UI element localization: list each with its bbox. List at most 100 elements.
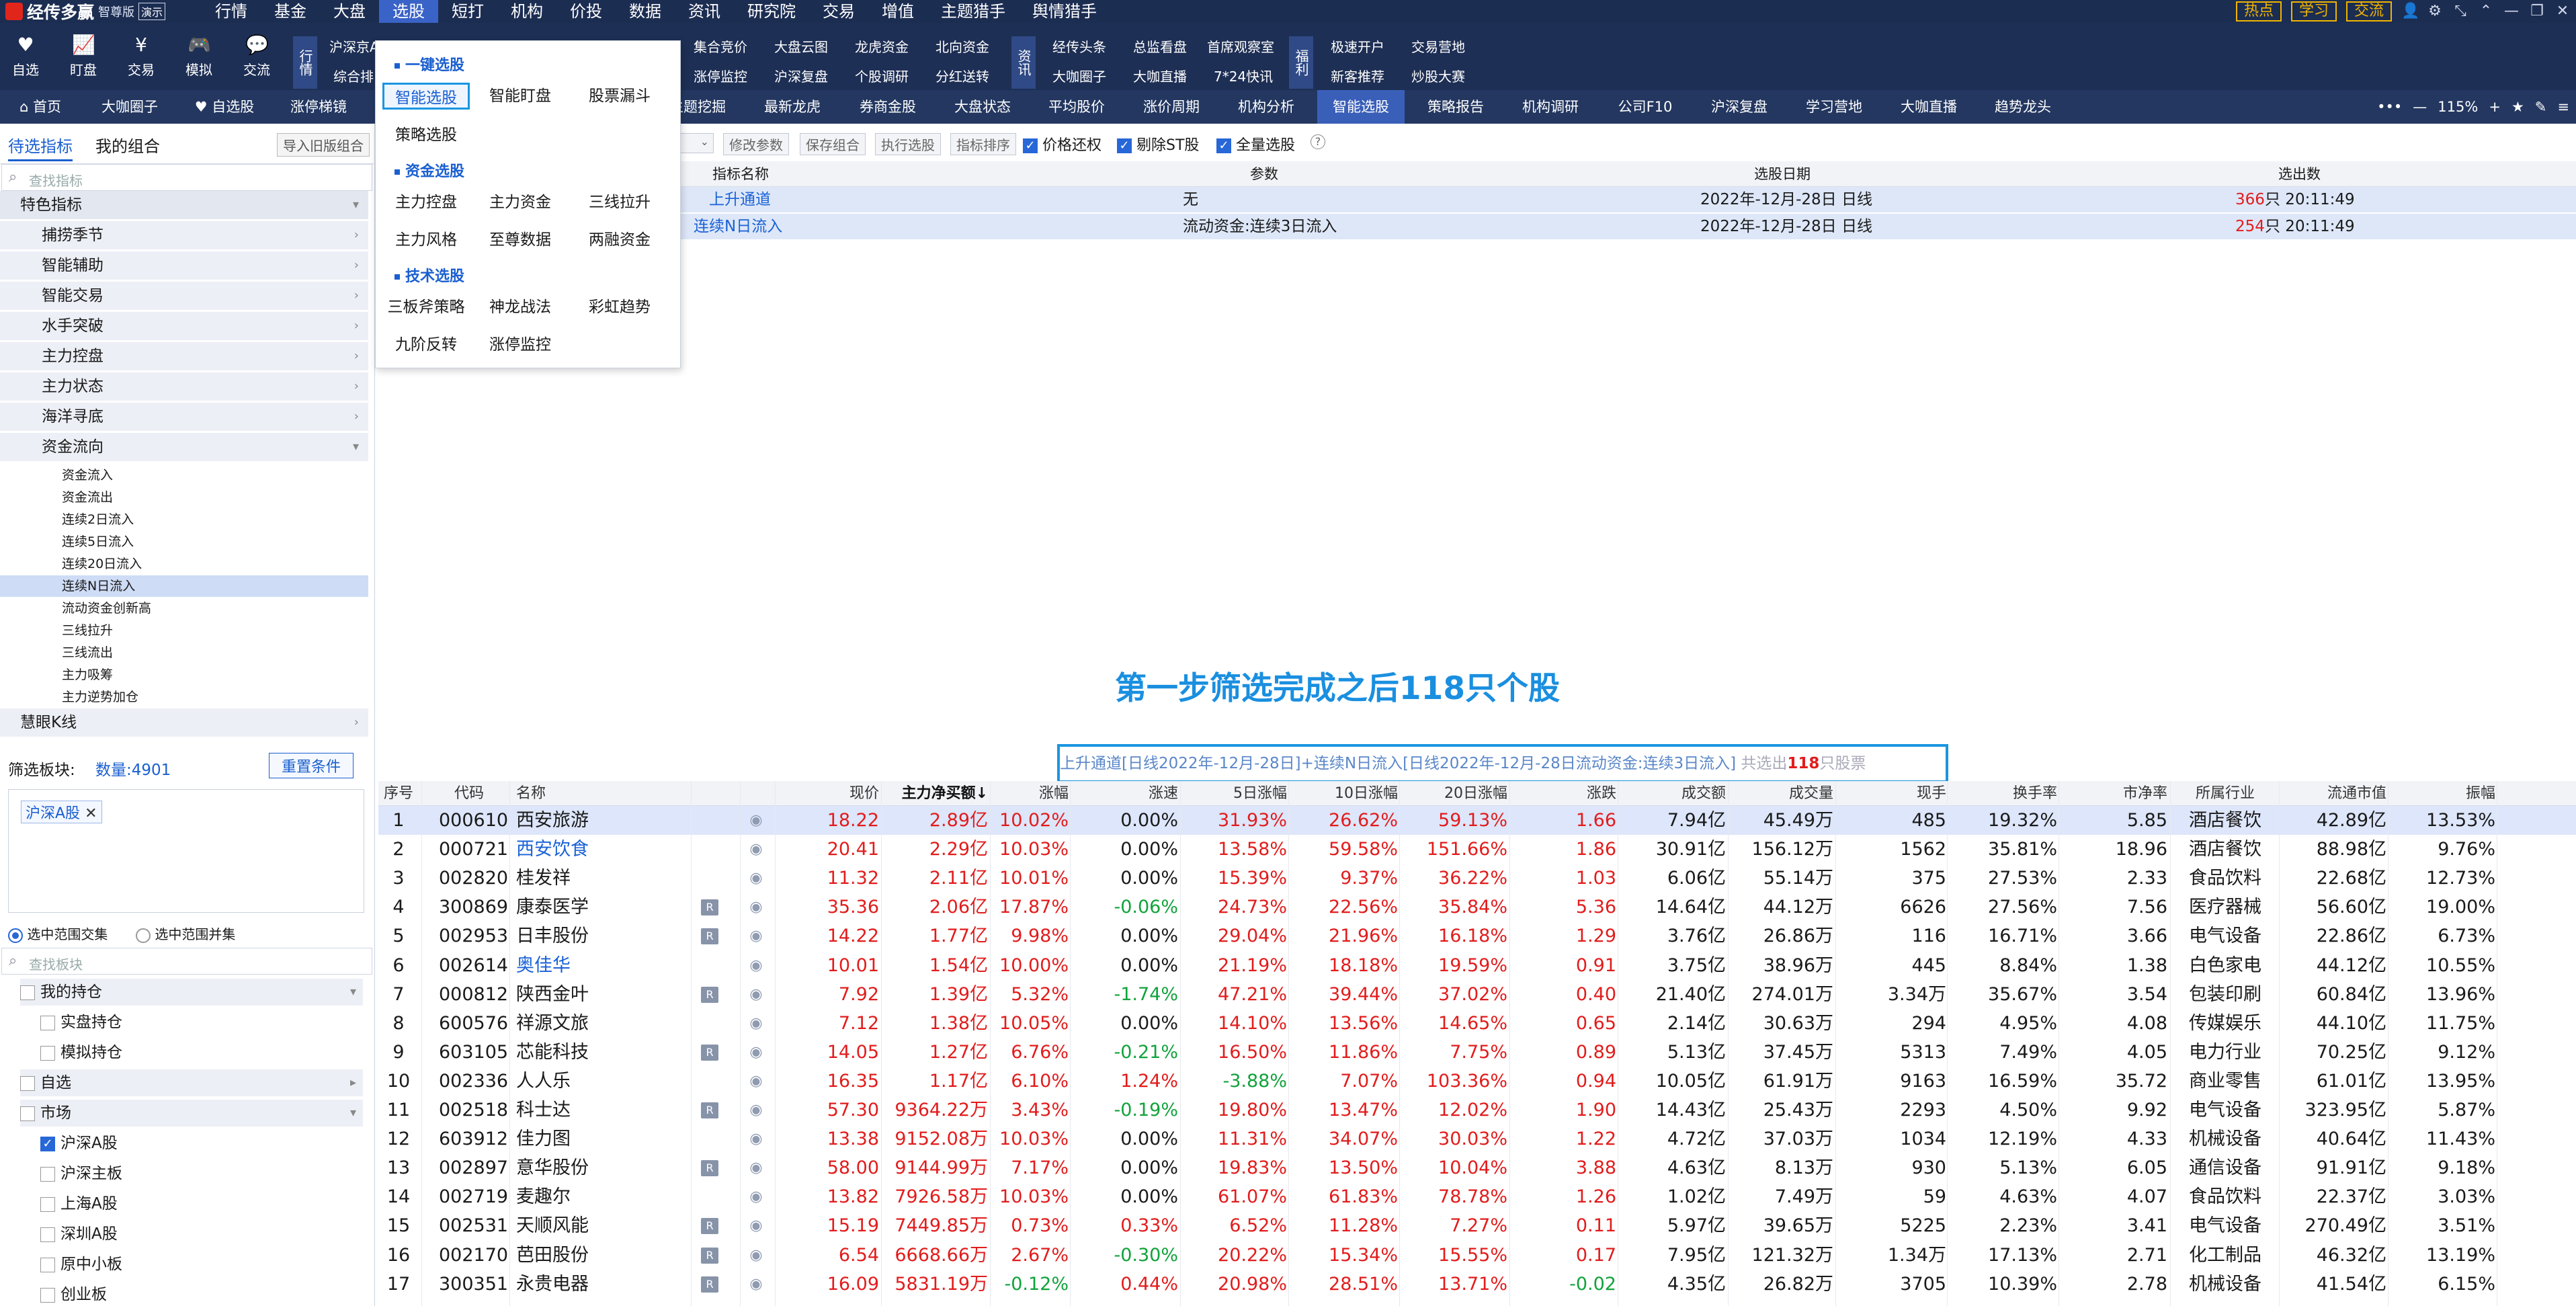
menu-margin-fund[interactable]: 两融资金 <box>576 227 663 253</box>
quote-link-rank[interactable]: 综合排 <box>333 66 374 85</box>
tab-1[interactable]: 大咖圈子 <box>86 90 173 124</box>
menu-4[interactable]: 短打 <box>438 0 497 23</box>
menu-8[interactable]: 资讯 <box>675 0 734 23</box>
eye-icon[interactable]: ◉ <box>747 1102 765 1118</box>
menu-0[interactable]: 行情 <box>202 0 261 23</box>
stock-row[interactable]: 1 000610 西安旅游 ◉ 18.22 2.89亿 10.02% 0.00% 31.93% 2… <box>378 806 2576 835</box>
col-header-10[interactable]: 10日涨幅 <box>1289 781 1398 806</box>
tree-item-8[interactable]: 深圳A股 <box>40 1221 363 1248</box>
menu-rainbow-trend[interactable]: 彩虹趋势 <box>576 294 663 321</box>
col-header-5[interactable]: 现价 <box>808 781 879 806</box>
learn-button[interactable]: 学习 <box>2290 1 2337 22</box>
link-circle[interactable]: 大咖圈子 <box>1052 66 1106 85</box>
eye-icon[interactable]: ◉ <box>747 1015 765 1032</box>
zoom-in-icon[interactable]: + <box>2489 90 2501 124</box>
link-limitup[interactable]: 涨停监控 <box>694 66 747 85</box>
reset-conditions-button[interactable]: 重置条件 <box>269 753 354 778</box>
menu-three-line[interactable]: 三线拉升 <box>576 189 663 216</box>
tree-item-7[interactable]: 上海A股 <box>40 1190 363 1217</box>
col-header-18[interactable]: 所属行业 <box>2173 781 2278 806</box>
col-header-4[interactable] <box>747 781 767 806</box>
minimize-icon[interactable]: — <box>2503 3 2520 19</box>
stock-row[interactable]: 5 002953 日丰股份 R ◉ 14.22 1.77亿 9.98% 0.00% 29.04% 2… <box>378 922 2576 950</box>
link-dragon[interactable]: 龙虎资金 <box>855 36 909 56</box>
remove-tag-icon[interactable]: ✕ <box>85 805 97 822</box>
col-header-1[interactable]: 代码 <box>439 781 499 806</box>
eye-icon[interactable]: ◉ <box>747 1044 765 1061</box>
stock-row[interactable]: 12 603912 佳力图 ◉ 13.38 9152.08万 10.03% 0.00% 11.3… <box>378 1125 2576 1153</box>
col-header-17[interactable]: 市净率 <box>2059 781 2167 806</box>
menu-9[interactable]: 研究院 <box>734 0 809 23</box>
stock-row[interactable]: 7 000812 陕西金叶 R ◉ 7.92 1.39亿 5.32% -1.74% 47.21% 3… <box>378 980 2576 1009</box>
menu-smart-watch[interactable]: 智能盯盘 <box>476 83 564 110</box>
radio-intersect[interactable]: 选中范围交集 <box>8 924 108 943</box>
menu-strategy-select[interactable]: 策略选股 <box>382 122 470 149</box>
menu-three-axe[interactable]: 三板斧策略 <box>382 294 470 321</box>
fund-flow-item-5[interactable]: 连续N日流入 <box>0 575 368 597</box>
fund-flow-item-8[interactable]: 三线流出 <box>62 642 364 663</box>
tab-10[interactable]: 大盘状态 <box>940 90 1026 124</box>
col-header-19[interactable]: 流通市值 <box>2280 781 2386 806</box>
tab-8[interactable]: 最新龙虎 <box>749 90 836 124</box>
menu-7[interactable]: 数据 <box>616 0 675 23</box>
close-icon[interactable]: ✕ <box>2554 3 2571 19</box>
indicator-search-input[interactable]: ⌕ 查找指标 <box>1 164 372 191</box>
save-combo-button[interactable]: 保存组合 <box>800 133 866 155</box>
menu-13[interactable]: 舆情猎手 <box>1019 0 1110 23</box>
vtab-info[interactable]: 资讯 <box>1011 36 1036 89</box>
tree-item-2[interactable]: 模拟持仓 <box>40 1039 363 1066</box>
tab-19[interactable]: 学习营地 <box>1790 90 1878 124</box>
board-search-input[interactable]: ⌕ 查找板块 <box>1 948 372 975</box>
quote-link-a[interactable]: 沪深京A <box>329 36 379 56</box>
help-icon[interactable]: ? <box>1311 134 1325 149</box>
user-icon[interactable]: 👤 <box>2401 3 2419 19</box>
link-auction[interactable]: 集合竞价 <box>694 36 747 56</box>
stock-row[interactable]: 8 600576 祥源文旅 ◉ 7.12 1.38亿 10.05% 0.00% 14.10% 13… <box>378 1009 2576 1038</box>
link-chief[interactable]: 首席观察室 <box>1207 36 1274 56</box>
fund-flow-item-7[interactable]: 三线拉升 <box>62 620 364 641</box>
stock-row[interactable]: 6 002614 奥佳华 ◉ 10.01 1.54亿 10.00% 0.00% 21.19% 18… <box>378 951 2576 980</box>
stock-row[interactable]: 15 002531 天顺风能 R ◉ 15.19 7449.85万 0.73% 0.33% 6.5… <box>378 1211 2576 1240</box>
exchange-button[interactable]: 交流 <box>2345 1 2392 22</box>
link-cloud[interactable]: 大盘云图 <box>774 36 828 56</box>
tree-item-5[interactable]: ✓ 沪深A股 <box>40 1130 363 1157</box>
stock-row[interactable]: 13 002897 意华股份 R ◉ 58.00 9144.99万 7.17% 0.00% 19.… <box>378 1153 2576 1182</box>
menu-smart-select[interactable]: 智能选股 <box>382 83 470 110</box>
stock-row[interactable]: 2 000721 西安饮食 ◉ 20.41 2.29亿 10.03% 0.00% 13.58% 5… <box>378 835 2576 864</box>
import-old-combo-button[interactable]: 导入旧版组合 <box>277 133 370 157</box>
fund-flow-item-3[interactable]: 连续5日流入 <box>62 531 364 553</box>
group-5[interactable]: 主力控盘 › <box>0 342 368 370</box>
eye-icon[interactable]: ◉ <box>747 870 765 887</box>
tab-14[interactable]: 智能选股 <box>1317 90 1405 124</box>
tab-9[interactable]: 券商金股 <box>844 90 931 124</box>
tab-3[interactable]: 涨停梯镜 <box>276 90 362 124</box>
menu-10[interactable]: 交易 <box>809 0 868 23</box>
fund-flow-item-4[interactable]: 连续20日流入 <box>62 553 364 575</box>
link-newcomer[interactable]: 新客推荐 <box>1331 66 1384 85</box>
favorite-button[interactable]: ♥ 自选 <box>0 35 52 79</box>
chat-button[interactable]: 💬 交流 <box>230 35 284 79</box>
watch-button[interactable]: 📈 盯盘 <box>56 35 110 79</box>
col-header-7[interactable]: 涨幅 <box>990 781 1069 806</box>
menu-11[interactable]: 增值 <box>868 0 927 23</box>
eye-icon[interactable]: ◉ <box>747 1131 765 1147</box>
link-research[interactable]: 个股调研 <box>855 66 909 85</box>
execute-select-button[interactable]: 执行选股 <box>875 133 941 155</box>
link-director[interactable]: 总监看盘 <box>1133 36 1187 56</box>
tree-item-10[interactable]: 创业板 <box>40 1281 363 1306</box>
tab-13[interactable]: 机构分析 <box>1223 90 1309 124</box>
collapse-icon[interactable]: ⌃ <box>2478 3 2494 19</box>
stock-row[interactable]: 10 002336 人人乐 ◉ 16.35 1.17亿 6.10% 1.24% -3.88% 7.… <box>378 1067 2576 1096</box>
col-header-9[interactable]: 5日涨幅 <box>1181 781 1287 806</box>
settings-icon[interactable]: ⚙ <box>2427 3 2443 19</box>
eye-icon[interactable]: ◉ <box>747 1247 765 1264</box>
criteria-row[interactable]: 上升通道 无 2022年-12月-28日 日线 366 只 20:11:49 <box>679 187 2576 212</box>
eye-icon[interactable]: ◉ <box>747 986 765 1003</box>
tab-2[interactable]: ♥ 自选股 <box>181 90 267 124</box>
menu-dragon-tactic[interactable]: 神龙战法 <box>476 294 564 321</box>
col-header-8[interactable]: 涨速 <box>1071 781 1178 806</box>
group-1[interactable]: 捕捞季节 › <box>0 221 368 249</box>
tree-item-4[interactable]: 市场 ▾ <box>20 1100 363 1127</box>
eye-icon[interactable]: ◉ <box>747 1073 765 1090</box>
link-live[interactable]: 大咖直播 <box>1133 66 1187 85</box>
